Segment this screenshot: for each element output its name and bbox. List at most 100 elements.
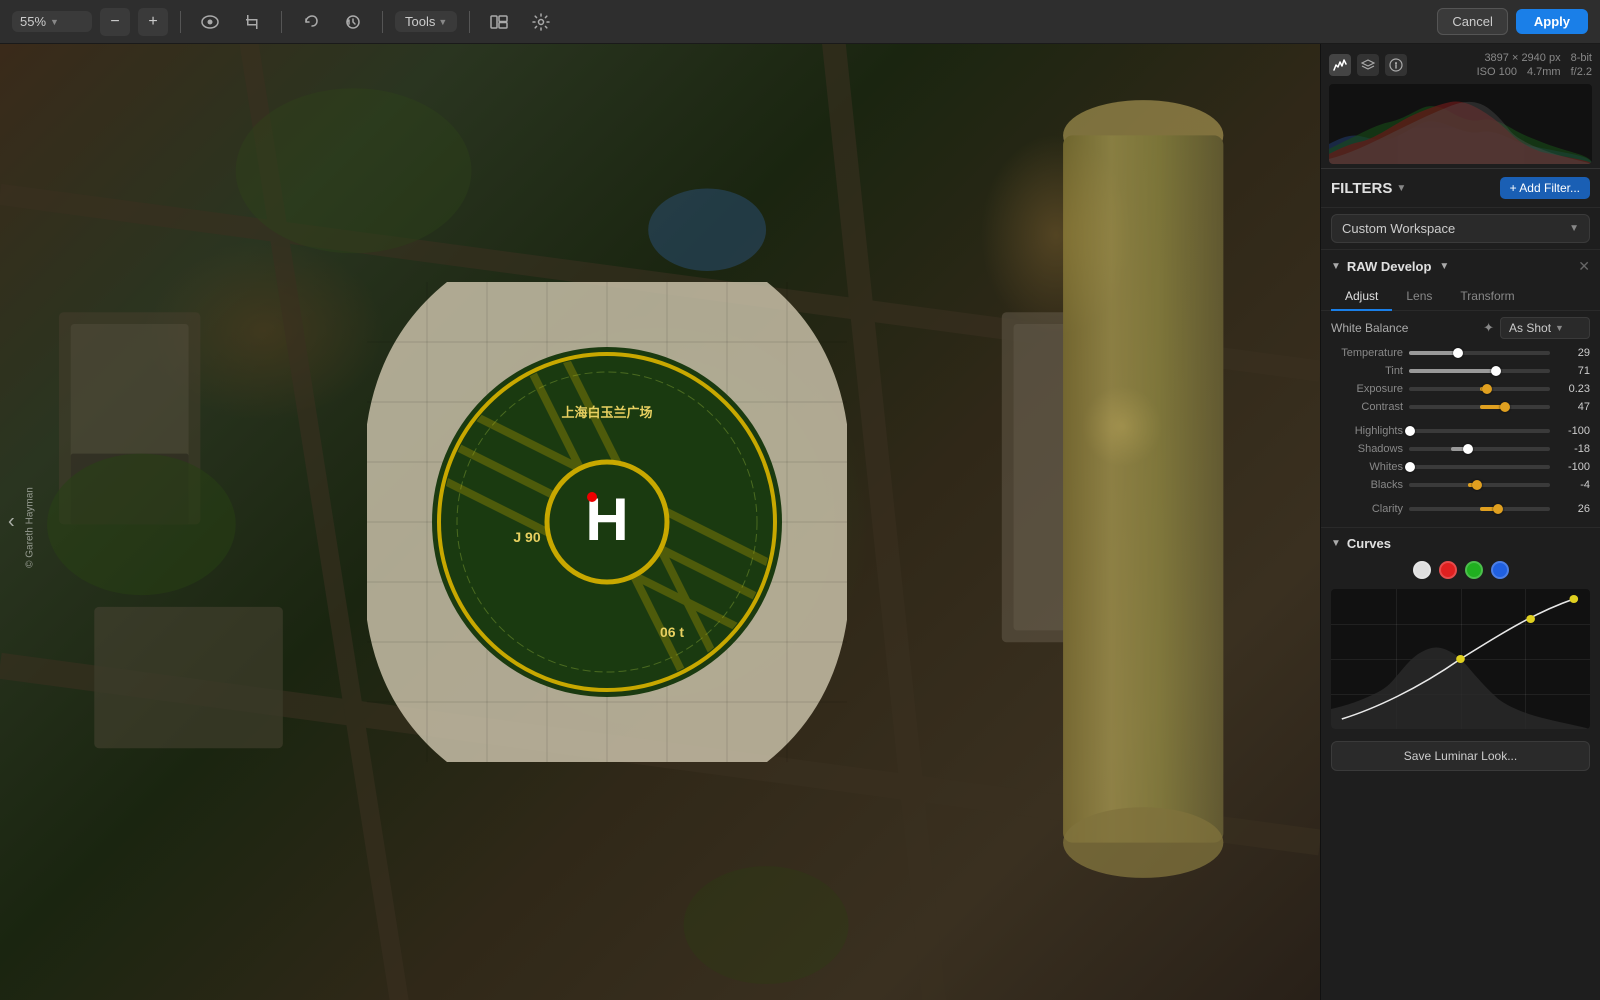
curve-green-channel[interactable] (1465, 561, 1483, 579)
curves-title: Curves (1347, 536, 1391, 551)
curve-red-channel[interactable] (1439, 561, 1457, 579)
workspace-row: Custom Workspace ▼ (1321, 208, 1600, 250)
filters-dropdown-icon[interactable]: ▼ (1396, 183, 1406, 194)
undo-icon (303, 14, 319, 30)
whites-label: Whites (1331, 461, 1403, 473)
histogram-icon-btn[interactable] (1329, 54, 1351, 76)
filters-title: FILTERS ▼ (1331, 180, 1406, 197)
curve-point-high[interactable] (1526, 615, 1535, 623)
blacks-value: -4 (1556, 479, 1590, 491)
adjust-tabs: Adjust Lens Transform (1321, 283, 1600, 311)
contrast-label: Contrast (1331, 401, 1403, 413)
tint-thumb[interactable] (1491, 366, 1501, 376)
nav-prev-button[interactable]: ‹ (8, 511, 15, 534)
tab-lens[interactable]: Lens (1392, 283, 1446, 311)
shadows-value: -18 (1556, 443, 1590, 455)
raw-develop-section: ▼ RAW Develop ▼ ✕ Adjust Lens Transform (1321, 250, 1600, 528)
info-icon-btn[interactable] (1385, 54, 1407, 76)
shadows-slider[interactable] (1409, 447, 1550, 451)
workspace-selector[interactable]: Custom Workspace ▼ (1331, 214, 1590, 243)
add-filter-label: + Add Filter... (1510, 181, 1580, 195)
separator-2 (281, 11, 282, 33)
zoom-out-button[interactable]: − (100, 8, 130, 36)
whites-thumb[interactable] (1405, 462, 1415, 472)
tab-transform[interactable]: Transform (1446, 283, 1528, 311)
preview-button[interactable] (193, 8, 227, 36)
tab-adjust[interactable]: Adjust (1331, 283, 1392, 311)
raw-develop-header[interactable]: ▼ RAW Develop ▼ ✕ (1321, 250, 1600, 283)
exposure-slider[interactable] (1409, 387, 1550, 391)
curve-white-channel[interactable] (1413, 561, 1431, 579)
undo-button[interactable] (294, 8, 328, 36)
tint-label: Tint (1331, 365, 1403, 377)
copyright-text: © Gareth Hayman (25, 487, 36, 568)
svg-text:J 90: J 90 (514, 529, 541, 545)
raw-develop-close-button[interactable]: ✕ (1578, 258, 1590, 275)
zoom-in-button[interactable]: + (138, 8, 168, 36)
crop-button[interactable] (235, 8, 269, 36)
filters-header: FILTERS ▼ + Add Filter... (1321, 169, 1600, 208)
highlights-value: -100 (1556, 425, 1590, 437)
shadows-thumb[interactable] (1463, 444, 1473, 454)
filters-label: FILTERS (1331, 180, 1392, 197)
image-exif: ISO 100 4.7mm f/2.2 (1477, 66, 1592, 78)
curves-graph[interactable] (1331, 589, 1590, 729)
contrast-value: 47 (1556, 401, 1590, 413)
blacks-label: Blacks (1331, 479, 1403, 491)
tools-menu[interactable]: Tools ▼ (395, 11, 457, 32)
workspace-label: Custom Workspace (1342, 221, 1455, 236)
shadows-label: Shadows (1331, 443, 1403, 455)
svg-text:06 t: 06 t (660, 624, 684, 640)
apply-button[interactable]: Apply (1516, 9, 1588, 34)
zoom-dropdown-arrow: ▼ (50, 17, 59, 27)
image-dimensions: 3897 × 2940 px 8-bit (1484, 52, 1592, 64)
exposure-thumb[interactable] (1482, 384, 1492, 394)
highlights-label: Highlights (1331, 425, 1403, 437)
curves-header[interactable]: ▼ Curves (1321, 528, 1600, 555)
zoom-value: 55% (20, 14, 46, 29)
blacks-thumb[interactable] (1472, 480, 1482, 490)
save-luminar-look-button[interactable]: Save Luminar Look... (1331, 741, 1590, 771)
exposure-row: Exposure 0.23 (1331, 383, 1590, 395)
curve-point-mid[interactable] (1456, 655, 1465, 663)
blacks-slider[interactable] (1409, 483, 1550, 487)
canvas-area[interactable]: 上海白玉兰广场 J 90 06 t H ‹ © Gareth Hayman (0, 44, 1320, 1000)
temperature-slider[interactable] (1409, 351, 1550, 355)
highlights-thumb[interactable] (1405, 426, 1415, 436)
highlights-slider[interactable] (1409, 429, 1550, 433)
clarity-thumb[interactable] (1493, 504, 1503, 514)
layout-toggle-button[interactable] (482, 8, 516, 36)
add-filter-button[interactable]: + Add Filter... (1500, 177, 1590, 199)
histogram-canvas (1329, 84, 1592, 164)
curve-blue-channel[interactable] (1491, 561, 1509, 579)
white-balance-value: As Shot (1509, 321, 1551, 335)
contrast-slider[interactable] (1409, 405, 1550, 409)
tint-slider[interactable] (1409, 369, 1550, 373)
eyedropper-icon[interactable]: ✦ (1483, 320, 1494, 336)
clarity-slider[interactable] (1409, 507, 1550, 511)
blacks-row: Blacks -4 (1331, 479, 1590, 491)
settings-icon (532, 13, 550, 31)
settings-button[interactable] (524, 8, 558, 36)
white-balance-selector[interactable]: As Shot ▼ (1500, 317, 1590, 339)
curves-section: ▼ Curves (1321, 528, 1600, 783)
eye-icon (201, 15, 219, 29)
history-icon (345, 14, 361, 30)
white-balance-row: White Balance ✦ As Shot ▼ (1331, 317, 1590, 339)
clarity-value: 26 (1556, 503, 1590, 515)
layout-icon (490, 15, 508, 29)
layers-icon-btn[interactable] (1357, 54, 1379, 76)
curve-point-top[interactable] (1569, 595, 1578, 603)
history-button[interactable] (336, 8, 370, 36)
crop-icon (244, 14, 260, 30)
clarity-row: Clarity 26 (1331, 503, 1590, 515)
cancel-button[interactable]: Cancel (1437, 8, 1507, 35)
temperature-fill (1409, 351, 1458, 355)
tint-fill (1409, 369, 1496, 373)
temperature-thumb[interactable] (1453, 348, 1463, 358)
contrast-thumb[interactable] (1500, 402, 1510, 412)
toolbar: 55% ▼ − + Tools ▼ Cancel Apply (0, 0, 1600, 44)
whites-slider[interactable] (1409, 465, 1550, 469)
white-balance-controls: ✦ As Shot ▼ (1483, 317, 1590, 339)
zoom-control[interactable]: 55% ▼ (12, 11, 92, 32)
